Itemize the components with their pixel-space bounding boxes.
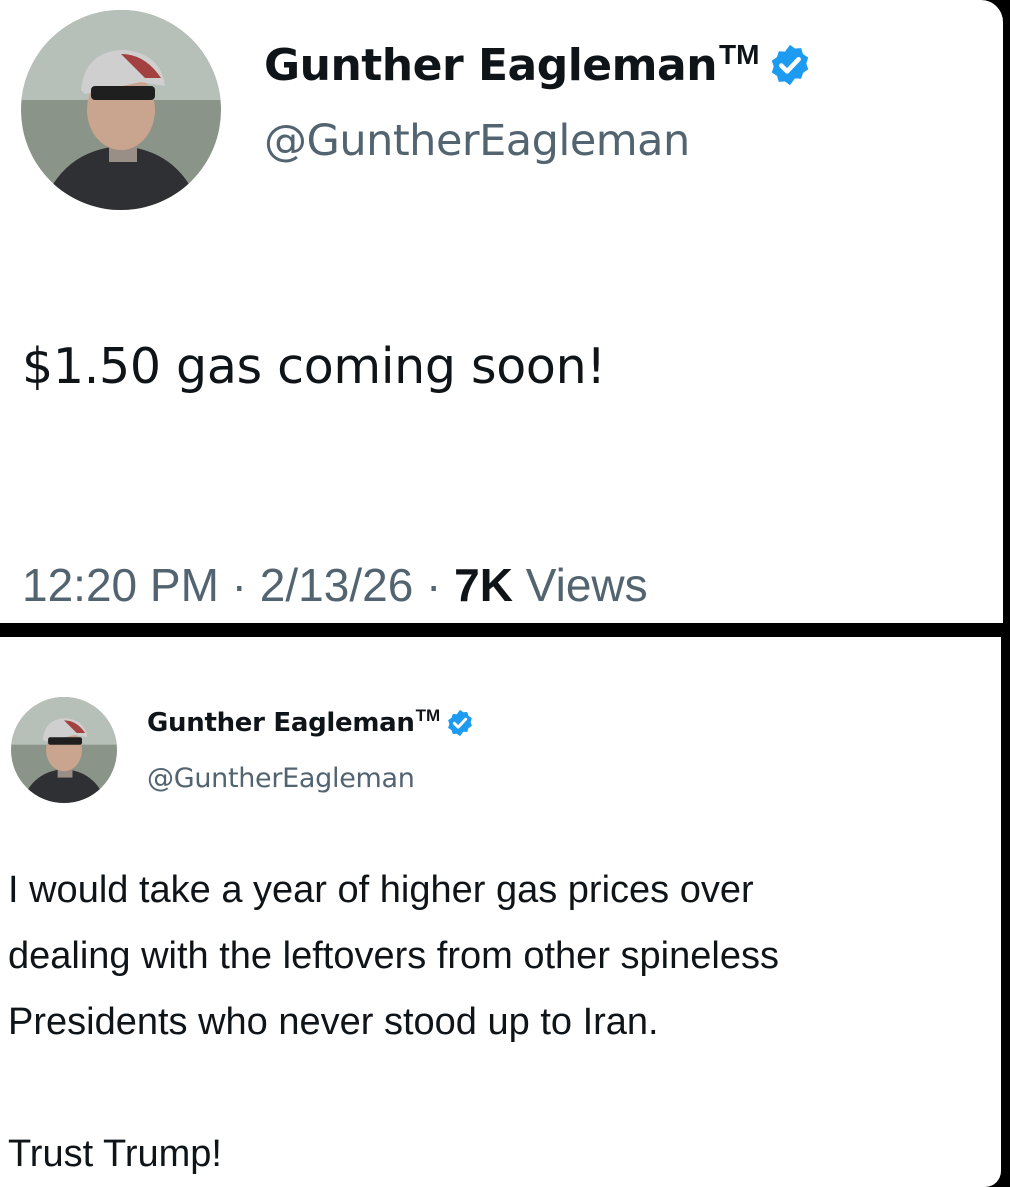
tweet-card-top[interactable]: Gunther Eagleman TM @GuntherEagleman $1.…: [0, 0, 1003, 623]
tweet-meta: 12:20 PM · 2/13/26 · 7K Views: [22, 558, 648, 612]
verified-badge-icon: [767, 42, 813, 88]
author-handle[interactable]: @GuntherEagleman: [264, 116, 690, 166]
author-handle[interactable]: @GuntherEagleman: [147, 763, 415, 794]
avatar-photo-icon: [11, 697, 117, 803]
author-avatar[interactable]: [11, 697, 117, 803]
tweet-date[interactable]: 2/13/26: [260, 559, 413, 611]
tweet-closing-line: Trust Trump!: [8, 1133, 222, 1175]
tweet-text-line: dealing with the leftovers from other sp…: [8, 935, 779, 977]
tweet-text-line: I would take a year of higher gas prices…: [8, 869, 754, 911]
author-avatar[interactable]: [21, 10, 221, 210]
tweet-text: I would take a year of higher gas prices…: [8, 857, 998, 1187]
views-label: Views: [512, 559, 648, 611]
author-display-name[interactable]: Gunther Eagleman: [264, 40, 718, 91]
tweet-text-line: Presidents who never stood up to Iran.: [8, 1001, 659, 1043]
trademark-mark: TM: [719, 39, 760, 70]
views-count: 7K: [454, 559, 513, 611]
tweet-text: $1.50 gas coming soon!: [22, 338, 606, 395]
trademark-mark: TM: [415, 706, 441, 725]
verified-badge-icon: [445, 708, 475, 738]
avatar-photo-icon: [21, 10, 221, 210]
author-display-name[interactable]: Gunther Eagleman: [147, 708, 415, 738]
tweet-card-bottom[interactable]: Gunther Eagleman TM @GuntherEagleman I w…: [0, 637, 1001, 1187]
meta-separator: ·: [218, 559, 260, 611]
screenshot-collage: Gunther Eagleman TM @GuntherEagleman $1.…: [0, 0, 1010, 1187]
author-name-row: Gunther Eagleman TM: [264, 30, 813, 100]
meta-separator: ·: [413, 559, 455, 611]
author-name-row: Gunther Eagleman TM: [147, 703, 475, 743]
tweet-time[interactable]: 12:20 PM: [22, 559, 219, 611]
